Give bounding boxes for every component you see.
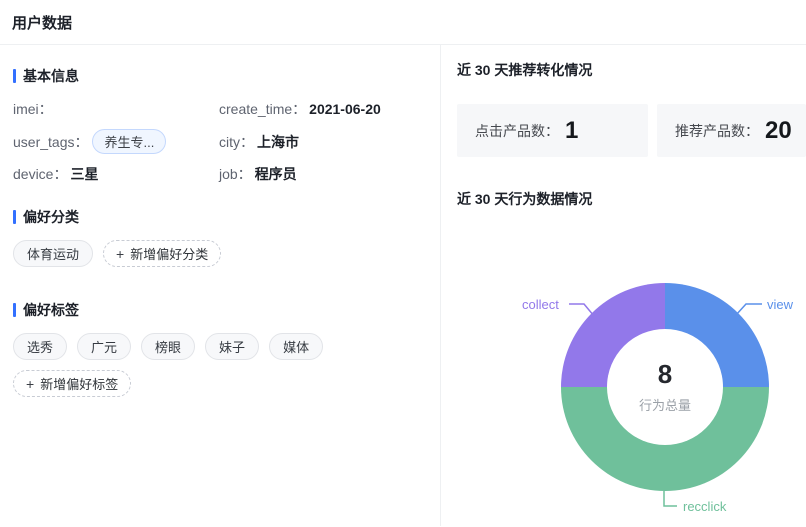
section-marker — [13, 69, 16, 83]
add-tag-label: 新增偏好标签 — [40, 374, 118, 393]
conversion-stat-cards: 点击产品数： 1 推荐产品数： 20 — [457, 104, 806, 157]
field-imei-label: imei： — [13, 99, 53, 119]
field-user-tags-label: user_tags： — [13, 132, 88, 152]
preference-category-tags: 体育运动 + 新增偏好分类 — [13, 240, 440, 267]
user-tag-pill[interactable]: 养生专... — [92, 129, 166, 154]
page-header: 用户数据 — [0, 0, 806, 45]
field-user-tags: user_tags： 养生专... — [13, 129, 219, 154]
field-create-time-value: 2021-06-20 — [309, 101, 381, 117]
basic-info-heading: 基本信息 — [13, 66, 440, 86]
field-create-time: create_time： 2021-06-20 — [219, 98, 433, 120]
field-device: device： 三星 — [13, 163, 219, 185]
section-marker — [13, 210, 16, 224]
chart-label-recclick[interactable]: recclick — [683, 499, 726, 514]
field-job-label: job： — [219, 164, 252, 184]
preference-tags-list: 选秀 广元 榜眼 妹子 媒体 + 新增偏好标签 — [13, 333, 440, 397]
field-city: city： 上海市 — [219, 129, 433, 154]
recommended-products-card: 推荐产品数： 20 — [657, 104, 806, 157]
preference-tag[interactable]: 媒体 — [269, 333, 323, 360]
leader-recclick — [664, 491, 677, 506]
stats-panel: 近 30 天推荐转化情况 点击产品数： 1 推荐产品数： 20 近 30 天行为… — [441, 45, 806, 526]
preference-tags-heading-label: 偏好标签 — [23, 300, 79, 320]
behavior-total-label: 行为总量 — [639, 395, 691, 414]
behavior-total-value: 8 — [658, 361, 672, 387]
basic-info-section: 基本信息 imei： create_time： 2021-06-20 user_… — [13, 66, 440, 185]
basic-info-fields: imei： create_time： 2021-06-20 user_tags：… — [13, 98, 433, 185]
preference-tags-heading: 偏好标签 — [13, 300, 440, 320]
leader-view — [736, 304, 762, 315]
preference-category-heading: 偏好分类 — [13, 207, 440, 227]
field-create-time-label: create_time： — [219, 99, 306, 119]
category-tag[interactable]: 体育运动 — [13, 240, 93, 267]
preference-tag[interactable]: 广元 — [77, 333, 131, 360]
basic-info-heading-label: 基本信息 — [23, 66, 79, 86]
add-tag-button[interactable]: + 新增偏好标签 — [13, 370, 131, 397]
field-job-value: 程序员 — [255, 164, 297, 184]
add-category-label: 新增偏好分类 — [130, 244, 208, 263]
field-device-label: device： — [13, 164, 67, 184]
conversion-heading: 近 30 天推荐转化情况 — [457, 60, 592, 80]
field-city-value: 上海市 — [257, 132, 299, 152]
clicked-products-card: 点击产品数： 1 — [457, 104, 648, 157]
plus-icon: + — [26, 377, 34, 391]
behavior-heading: 近 30 天行为数据情况 — [457, 189, 592, 209]
preference-tag[interactable]: 妹子 — [205, 333, 259, 360]
page-title: 用户数据 — [12, 12, 72, 33]
plus-icon: + — [116, 247, 124, 261]
add-category-button[interactable]: + 新增偏好分类 — [103, 240, 221, 267]
preference-category-section: 偏好分类 体育运动 + 新增偏好分类 — [13, 207, 440, 267]
user-info-panel: 基本信息 imei： create_time： 2021-06-20 user_… — [0, 45, 441, 526]
clicked-products-label: 点击产品数： — [475, 121, 559, 141]
preference-tag[interactable]: 榜眼 — [141, 333, 195, 360]
recommended-products-label: 推荐产品数： — [675, 121, 759, 141]
field-imei: imei： — [13, 98, 219, 120]
preference-tags-section: 偏好标签 选秀 广元 榜眼 妹子 媒体 + 新增偏好标签 — [13, 300, 440, 397]
main-content: 基本信息 imei： create_time： 2021-06-20 user_… — [0, 45, 806, 526]
preference-tag[interactable]: 选秀 — [13, 333, 67, 360]
field-job: job： 程序员 — [219, 163, 433, 185]
clicked-products-value: 1 — [565, 117, 578, 145]
preference-category-heading-label: 偏好分类 — [23, 207, 79, 227]
section-marker — [13, 303, 16, 317]
behavior-donut[interactable]: 8 行为总量 — [561, 283, 769, 491]
field-city-label: city： — [219, 132, 254, 152]
chart-label-view[interactable]: view — [767, 297, 793, 312]
donut-center: 8 行为总量 — [607, 329, 723, 445]
chart-label-collect[interactable]: collect — [522, 297, 559, 312]
recommended-products-value: 20 — [765, 117, 792, 145]
field-device-value: 三星 — [70, 164, 98, 184]
